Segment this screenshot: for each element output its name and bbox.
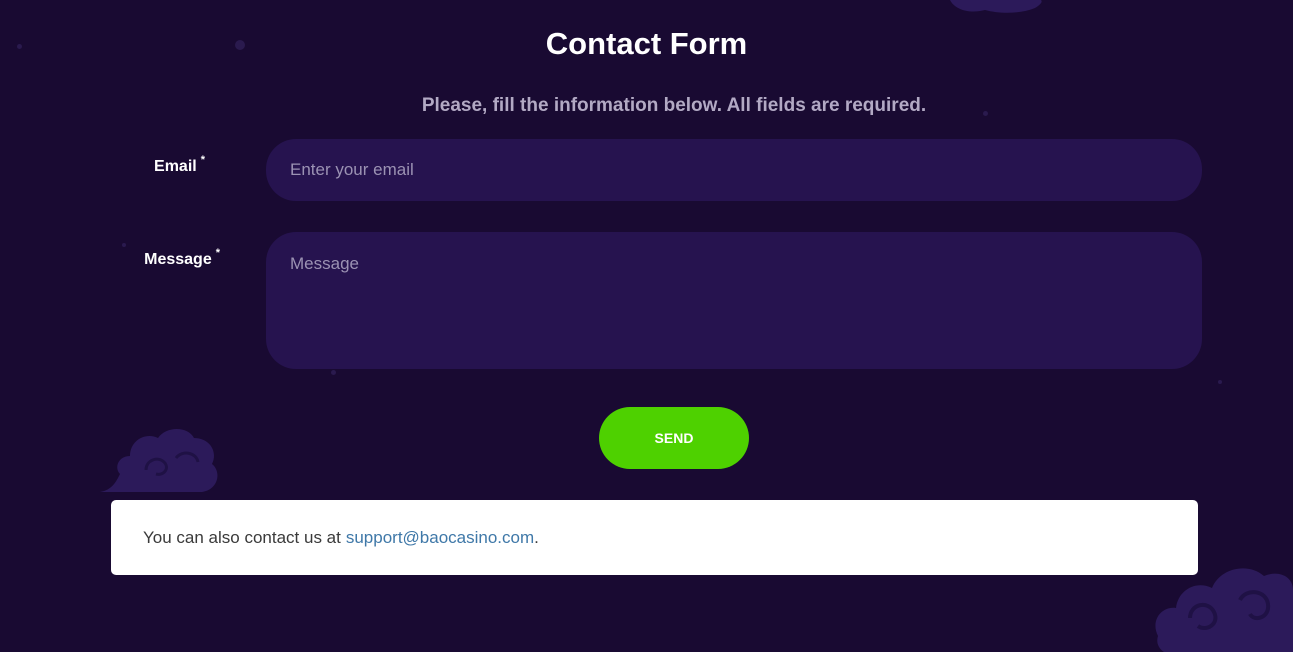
page-title: Contact Form bbox=[545, 26, 748, 61]
background-star bbox=[331, 370, 336, 375]
cloud-decoration-icon bbox=[950, 0, 1042, 13]
contact-info-text: You can also contact us at bbox=[143, 527, 341, 547]
contact-info-box: You can also contact us at support@baoca… bbox=[111, 500, 1198, 575]
form-instructions: Please, fill the information below. All … bbox=[421, 95, 927, 116]
contact-info-suffix: . bbox=[534, 527, 539, 547]
support-email-link[interactable]: support@baocasino.com bbox=[346, 528, 534, 548]
message-label-text: Message bbox=[144, 251, 212, 268]
required-asterisk: * bbox=[200, 154, 205, 166]
background-star bbox=[122, 243, 126, 247]
background-star bbox=[1218, 380, 1222, 384]
required-asterisk: * bbox=[215, 247, 220, 259]
cloud-decoration-icon bbox=[100, 429, 218, 492]
message-label: Message * bbox=[100, 247, 220, 269]
email-label: Email * bbox=[100, 154, 205, 176]
send-button[interactable]: SEND bbox=[599, 407, 749, 469]
message-field[interactable] bbox=[266, 232, 1202, 369]
email-label-text: Email bbox=[154, 158, 197, 175]
email-field[interactable] bbox=[266, 139, 1202, 201]
